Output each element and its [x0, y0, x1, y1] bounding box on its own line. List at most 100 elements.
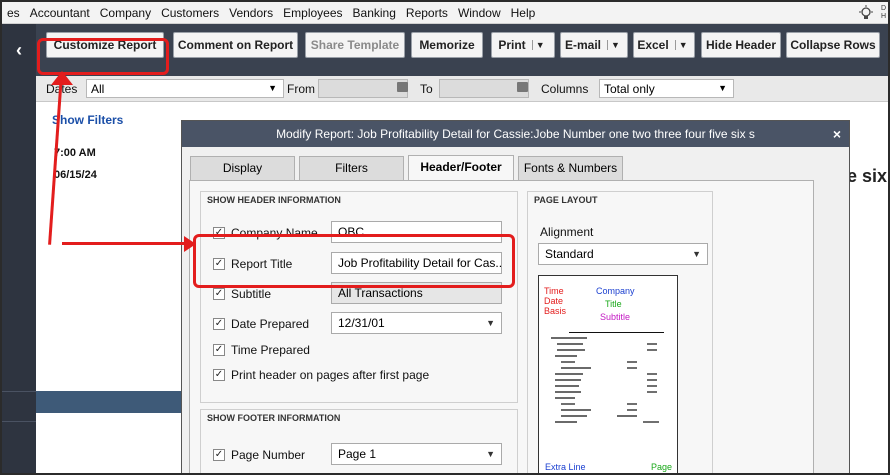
from-date-field[interactable]: [318, 79, 408, 98]
checkbox-checked-icon[interactable]: ✓: [213, 344, 225, 356]
annotation-highlight-customize: [37, 38, 169, 75]
menu-item-accountant[interactable]: Accountant: [25, 6, 95, 20]
chevron-down-icon: ▼: [486, 449, 495, 459]
preview-page: Page: [651, 462, 673, 472]
show-filters-link[interactable]: Show Filters: [52, 113, 123, 127]
email-label: E-mail: [564, 38, 601, 52]
checkbox-checked-icon[interactable]: ✓: [213, 449, 225, 461]
page-layout-preview: Time Date Basis Company Title Subtitle E…: [538, 275, 678, 473]
dropdown-arrow-icon[interactable]: ▼: [607, 40, 623, 50]
alignment-value: Standard: [545, 247, 594, 261]
tab-display[interactable]: Display: [190, 156, 295, 180]
sidebar-highlight-bar: [36, 391, 181, 413]
annotation-highlight-report-title: [193, 234, 515, 288]
menu-item-employees[interactable]: Employees: [278, 6, 347, 20]
page-number-select[interactable]: Page 1 ▼: [331, 443, 502, 465]
report-date: 06/15/24: [54, 169, 97, 181]
preview-title: Title: [605, 299, 622, 309]
dates-select[interactable]: All ▼: [86, 79, 284, 98]
print-header-label: Print header on pages after first page: [231, 368, 430, 382]
columns-label: Columns: [541, 82, 589, 96]
menu-item-banking[interactable]: Banking: [348, 6, 401, 20]
preview-body-lines: [551, 337, 659, 423]
modify-report-dialog: Modify Report: Job Profitability Detail …: [181, 120, 850, 473]
tab-header-footer[interactable]: Header/Footer: [408, 155, 514, 181]
to-date-field[interactable]: [439, 79, 529, 98]
dropdown-arrow-icon[interactable]: ▼: [674, 40, 691, 50]
columns-select[interactable]: Total only ▼: [599, 79, 734, 98]
show-footer-title: SHOW FOOTER INFORMATION: [207, 413, 341, 423]
subtitle-label: Subtitle: [231, 287, 272, 301]
annotation-arrowhead-icon: [184, 236, 196, 252]
report-title-fragment: e six: [847, 102, 888, 473]
menu-item-window[interactable]: Window: [453, 6, 506, 20]
show-header-title: SHOW HEADER INFORMATION: [207, 195, 341, 205]
subtitle-checkbox-row[interactable]: ✓ Subtitle: [213, 287, 271, 301]
quickbooks-window: es Accountant Company Customers Vendors …: [0, 0, 890, 475]
preview-company: Company: [596, 286, 635, 296]
page-number-value: Page 1: [338, 447, 377, 461]
hide-header-button[interactable]: Hide Header: [701, 32, 781, 58]
memorize-button[interactable]: Memorize: [411, 32, 483, 58]
menu-item-vendors[interactable]: Vendors: [224, 6, 278, 20]
tab-filters[interactable]: Filters: [299, 156, 404, 180]
chevron-down-icon: ▼: [486, 318, 495, 328]
print-header-checkbox-row[interactable]: ✓ Print header on pages after first page: [213, 368, 429, 382]
collapse-rows-button[interactable]: Collapse Rows: [786, 32, 880, 58]
calendar-icon[interactable]: [397, 82, 408, 92]
time-prepared-checkbox-row[interactable]: ✓ Time Prepared: [213, 343, 310, 357]
filter-bar: Dates All ▼ From To Columns Total only ▼: [36, 76, 888, 102]
tab-fonts-numbers[interactable]: Fonts & Numbers: [518, 156, 623, 180]
menu-item-help[interactable]: Help: [506, 6, 541, 20]
menu-bar: es Accountant Company Customers Vendors …: [2, 2, 888, 24]
date-prepared-select[interactable]: 12/31/01 ▼: [331, 312, 502, 334]
excel-button[interactable]: Excel ▼: [633, 32, 695, 58]
columns-value: Total only: [604, 82, 655, 96]
lightbulb-icon[interactable]: [858, 5, 874, 21]
page-layout-title: PAGE LAYOUT: [534, 195, 598, 205]
dates-value: All: [91, 82, 105, 96]
annotation-arrowhead-icon: [51, 71, 73, 85]
share-template-button[interactable]: Share Template: [305, 32, 405, 58]
time-prepared-label: Time Prepared: [231, 343, 310, 357]
dropdown-arrow-icon[interactable]: ▼: [531, 40, 548, 50]
preview-subtitle: Subtitle: [600, 312, 631, 322]
date-prepared-label: Date Prepared: [231, 317, 310, 331]
date-prepared-value: 12/31/01: [338, 316, 385, 330]
alignment-label: Alignment: [540, 225, 594, 239]
page-number-checkbox-row[interactable]: ✓ Page Number: [213, 448, 305, 462]
preview-left-header: Time Date Basis: [544, 286, 567, 316]
excel-label: Excel: [637, 38, 669, 52]
chevron-down-icon: ▼: [692, 249, 701, 259]
email-button[interactable]: E-mail ▼: [560, 32, 628, 58]
sidebar-divider: [2, 421, 36, 422]
preview-rule: [569, 332, 664, 333]
to-label: To: [420, 82, 433, 96]
close-icon[interactable]: ×: [833, 121, 841, 147]
comment-on-report-button[interactable]: Comment on Report: [173, 32, 298, 58]
chevron-left-icon[interactable]: ‹: [2, 24, 36, 76]
preview-extra-line: Extra Line: [545, 462, 586, 472]
checkbox-checked-icon[interactable]: ✓: [213, 288, 225, 300]
report-time: 7:00 AM: [54, 147, 96, 159]
tip-label: DH: [880, 5, 886, 20]
sidebar-divider: [2, 391, 36, 392]
menu-item-customers[interactable]: Customers: [156, 6, 224, 20]
from-label: From: [287, 82, 315, 96]
menu-item-es[interactable]: es: [2, 6, 25, 20]
checkbox-checked-icon[interactable]: ✓: [213, 369, 225, 381]
checkbox-checked-icon[interactable]: ✓: [213, 318, 225, 330]
header-footer-panel: SHOW HEADER INFORMATION ✓ Company Name OB…: [189, 180, 814, 473]
dialog-title: Modify Report: Job Profitability Detail …: [182, 121, 849, 147]
print-button[interactable]: Print ▼: [491, 32, 555, 58]
menu-item-company[interactable]: Company: [95, 6, 156, 20]
calendar-icon[interactable]: [517, 82, 528, 92]
page-number-label: Page Number: [231, 448, 306, 462]
menu-item-reports[interactable]: Reports: [401, 6, 453, 20]
date-prepared-checkbox-row[interactable]: ✓ Date Prepared: [213, 317, 309, 331]
alignment-select[interactable]: Standard ▼: [538, 243, 708, 265]
chevron-down-icon: ▼: [268, 83, 277, 93]
chevron-down-icon: ▼: [718, 83, 727, 93]
left-sidebar: [2, 76, 36, 473]
print-label: Print: [498, 38, 526, 52]
